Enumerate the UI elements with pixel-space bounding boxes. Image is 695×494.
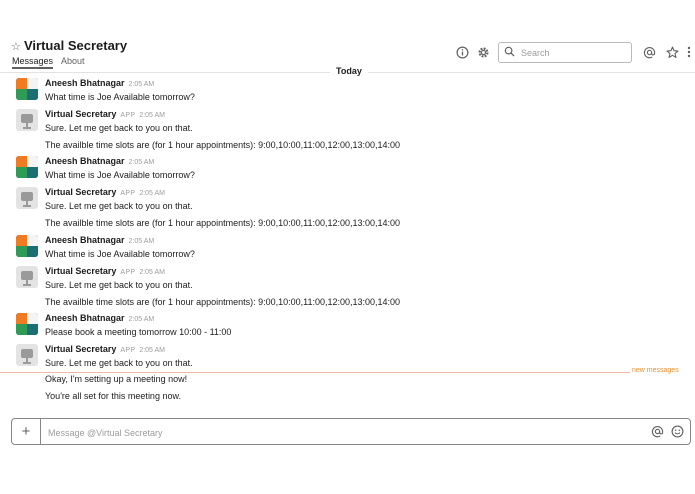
message-text: You're all set for this meeting now. — [45, 391, 181, 401]
gear-icon[interactable] — [476, 45, 490, 59]
search-input[interactable] — [519, 46, 623, 59]
tab-about[interactable]: About — [61, 56, 85, 66]
channel-header: ☆ Virtual Secretary Messages About — [0, 0, 695, 72]
avatar[interactable] — [16, 235, 38, 257]
message-author[interactable]: Aneesh Bhatnagar 2:05 AM — [45, 235, 154, 245]
message-time[interactable]: 2:05 AM — [139, 347, 165, 354]
message-author[interactable]: Virtual Secretary APP 2:05 AM — [45, 344, 165, 354]
info-icon[interactable] — [455, 45, 469, 59]
date-divider-label: Today — [330, 66, 368, 76]
app-badge: APP — [120, 347, 136, 354]
message-author[interactable]: Aneesh Bhatnagar 2:05 AM — [45, 78, 154, 88]
message-text: Sure. Let me get back to you on that. — [45, 123, 193, 133]
app-badge: APP — [120, 112, 136, 119]
message-time[interactable]: 2:05 AM — [129, 316, 155, 323]
message-text: What time is Joe Available tomorrow? — [45, 92, 195, 102]
message-author[interactable]: Aneesh Bhatnagar 2:05 AM — [45, 156, 154, 166]
channel-title[interactable]: Virtual Secretary — [24, 38, 127, 53]
message-author[interactable]: Aneesh Bhatnagar 2:05 AM — [45, 313, 154, 323]
message-time[interactable]: 2:05 AM — [139, 112, 165, 119]
mention-icon[interactable] — [642, 45, 656, 59]
message-time[interactable]: 2:05 AM — [139, 190, 165, 197]
add-attachment-button[interactable]: + — [12, 419, 41, 444]
message-composer: + — [11, 418, 691, 445]
avatar[interactable] — [16, 109, 38, 131]
new-messages-label: new messages — [632, 367, 679, 374]
avatar[interactable] — [16, 78, 38, 100]
avatar[interactable] — [16, 313, 38, 335]
avatar[interactable] — [16, 156, 38, 178]
saved-star-icon[interactable] — [665, 45, 679, 59]
message-text: The availble time slots are (for 1 hour … — [45, 297, 401, 307]
avatar[interactable] — [16, 344, 38, 366]
avatar[interactable] — [16, 187, 38, 209]
mention-icon[interactable] — [650, 424, 664, 438]
avatar[interactable] — [16, 266, 38, 288]
message-text: What time is Joe Available tomorrow? — [45, 170, 195, 180]
message-author[interactable]: Virtual Secretary APP 2:05 AM — [45, 109, 165, 119]
message-text: The availble time slots are (for 1 hour … — [45, 218, 401, 228]
message-text: The availble time slots are (for 1 hour … — [45, 140, 401, 150]
message-text: Sure. Let me get back to you on that. — [45, 201, 193, 211]
message-time[interactable]: 2:05 AM — [129, 238, 155, 245]
message-text: Okay, I'm setting up a meeting now! — [45, 374, 188, 384]
message-text: Sure. Let me get back to you on that. — [45, 280, 193, 290]
message-time[interactable]: 2:05 AM — [139, 269, 165, 276]
search-box[interactable] — [498, 42, 632, 63]
message-input[interactable] — [46, 423, 630, 442]
tab-messages[interactable]: Messages — [12, 56, 54, 69]
message-text: What time is Joe Available tomorrow? — [45, 249, 195, 259]
search-icon — [504, 44, 515, 62]
star-icon[interactable]: ☆ — [11, 40, 21, 53]
message-author[interactable]: Virtual Secretary APP 2:05 AM — [45, 187, 165, 197]
message-text: Sure. Let me get back to you on that. — [45, 358, 193, 368]
message-time[interactable]: 2:05 AM — [129, 81, 155, 88]
app-badge: APP — [120, 269, 136, 276]
app-badge: APP — [120, 190, 136, 197]
plus-icon: + — [21, 423, 31, 440]
message-text: Please book a meeting tomorrow 10:00 - 1… — [45, 327, 232, 337]
emoji-icon[interactable] — [670, 424, 684, 438]
new-messages-divider — [0, 372, 630, 373]
message-time[interactable]: 2:05 AM — [129, 159, 155, 166]
message-author[interactable]: Virtual Secretary APP 2:05 AM — [45, 266, 165, 276]
more-vertical-icon[interactable] — [684, 45, 694, 59]
